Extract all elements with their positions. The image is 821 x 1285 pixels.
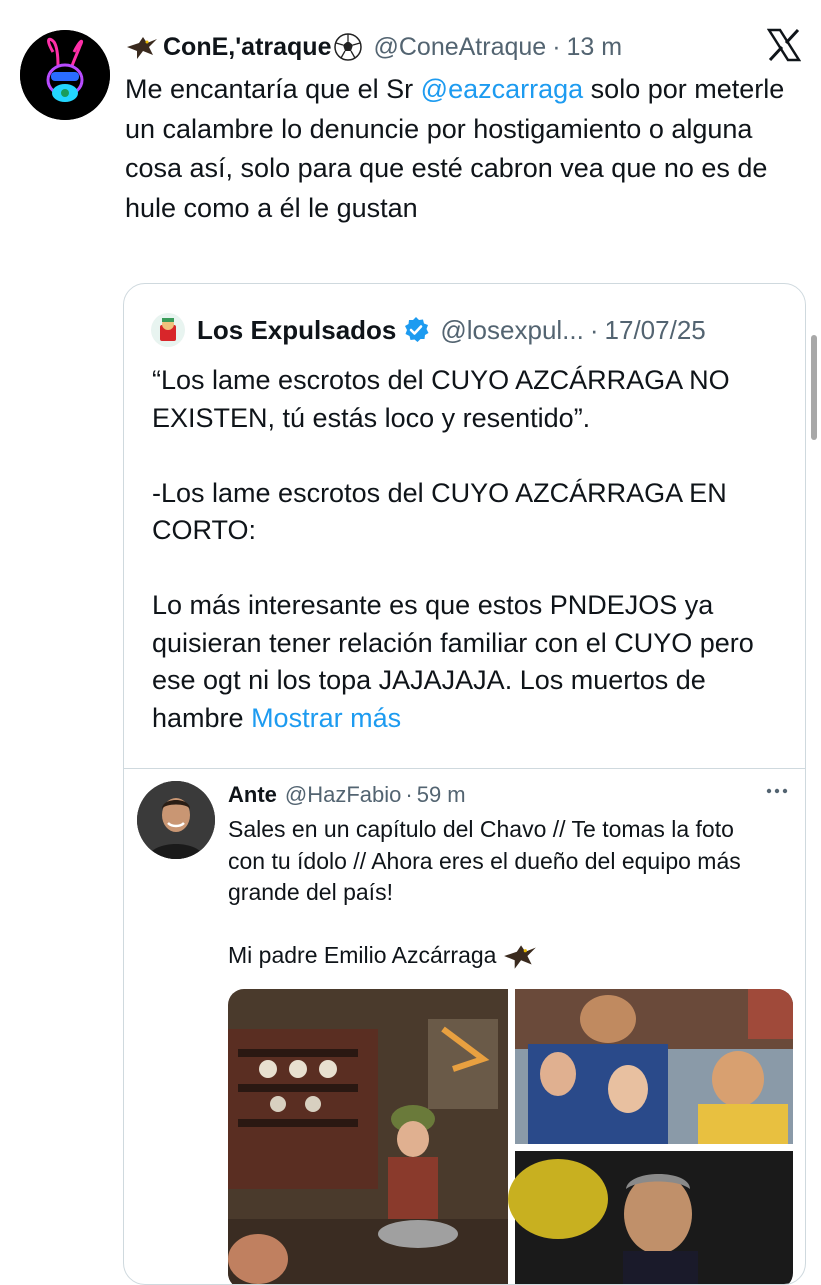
card-divider <box>124 768 805 769</box>
mention-link[interactable]: @eazcarraga <box>421 74 584 104</box>
neon-bunny-icon <box>20 30 110 120</box>
person-photo-icon <box>137 781 215 859</box>
inner-author-name[interactable]: Ante <box>228 782 277 808</box>
separator-dot: · <box>405 782 413 807</box>
quoted-tweet-card[interactable]: Los Expulsados @losexpul... · 17/07/25 “… <box>123 283 806 1285</box>
scrollbar[interactable] <box>811 335 817 440</box>
separator-dot: · <box>589 314 599 345</box>
quoted-tweet-header: Los Expulsados @losexpul... · 17/07/25 <box>151 312 781 348</box>
quoted-author-avatar[interactable] <box>151 313 185 347</box>
quoted-tweet-text: “Los lame escrotos del CUYO AZCÁRRAGA NO… <box>152 362 782 737</box>
tweet-timestamp[interactable]: 13 m <box>567 33 623 62</box>
quoted-paragraph-text: Lo más interesante es que estos PNDEJOS … <box>152 590 754 733</box>
photo-kids <box>515 989 793 1144</box>
photo-chavo-scene <box>228 989 508 1284</box>
eagle-emoji-icon <box>127 37 157 59</box>
photo-collage-image <box>228 989 793 1284</box>
inner-author-handle[interactable]: @HazFabio <box>285 782 402 808</box>
author-name[interactable]: ConE,'atraque <box>125 32 363 62</box>
author-name-text: ConE,'atraque <box>163 32 332 61</box>
inner-author-avatar[interactable] <box>137 781 215 859</box>
show-more-link[interactable]: Mostrar más <box>251 703 401 733</box>
soccer-ball-emoji-icon <box>334 33 363 61</box>
quoted-paragraph: Lo más interesante es que estos PNDEJOS … <box>152 587 782 737</box>
verified-badge-icon <box>405 317 429 342</box>
quoted-author-handle[interactable]: @losexpul... <box>440 315 583 346</box>
quoted-timestamp[interactable]: 17/07/25 <box>605 315 706 346</box>
inner-tweet-header: Ante @HazFabio · 59 m <box>228 779 466 811</box>
tweet-text-part: Me encantaría que el Sr <box>125 74 421 104</box>
inner-paragraph-text: Mi padre Emilio Azcárraga <box>228 942 497 968</box>
author-handle[interactable]: @ConeAtraque <box>373 33 546 62</box>
more-options-icon[interactable] <box>763 781 791 801</box>
author-avatar[interactable] <box>20 30 110 120</box>
expelled-logo-icon <box>151 313 185 347</box>
quoted-author-name[interactable]: Los Expulsados <box>197 315 396 346</box>
separator-dot: · <box>552 32 561 61</box>
media-grid[interactable] <box>228 989 793 1284</box>
eagle-emoji-icon <box>504 945 537 969</box>
photo-man <box>508 1151 793 1284</box>
inner-tweet-text: Sales en un capítulo del Chavo // Te tom… <box>228 814 768 972</box>
inner-timestamp[interactable]: 59 m <box>417 782 466 808</box>
inner-paragraph: Sales en un capítulo del Chavo // Te tom… <box>228 816 741 905</box>
tweet-header: ConE,'atraque @ConeAtraque · 13 m <box>125 27 701 67</box>
quoted-paragraph: “Los lame escrotos del CUYO AZCÁRRAGA NO… <box>152 365 730 433</box>
inner-paragraph: Mi padre Emilio Azcárraga <box>228 940 768 972</box>
x-logo-icon[interactable] <box>767 28 801 62</box>
tweet-text: Me encantaría que el Sr @eazcarraga solo… <box>125 70 795 228</box>
quoted-paragraph: -Los lame escrotos del CUYO AZCÁRRAGA EN… <box>152 477 727 546</box>
